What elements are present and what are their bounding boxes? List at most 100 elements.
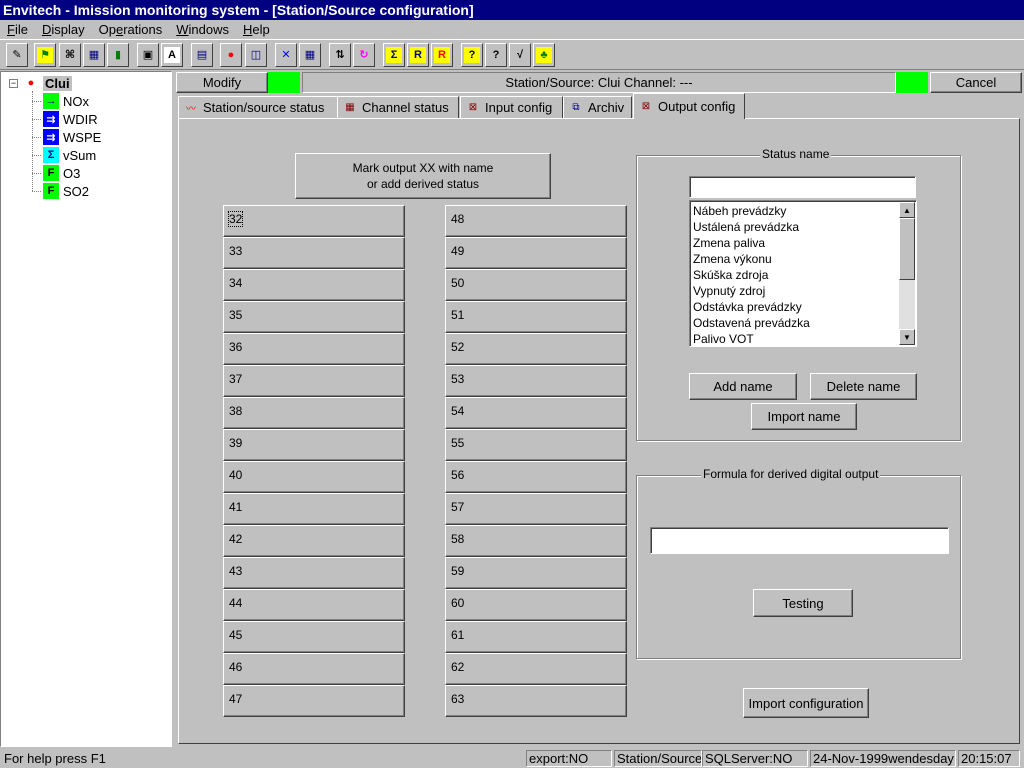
output-button-36[interactable]: 36	[223, 333, 405, 365]
tree-item-vsum[interactable]: ΣvSum	[43, 146, 96, 164]
menu-item-display[interactable]: Display	[35, 20, 92, 39]
tab-archiv[interactable]: ⧉ Archiv	[563, 96, 632, 118]
toolbar-button[interactable]: ↻	[353, 43, 375, 67]
status-list-item[interactable]: Skúška zdroja	[690, 267, 916, 283]
output-button-54[interactable]: 54	[445, 397, 627, 429]
tab-input-config[interactable]: ⊠ Input config	[460, 96, 563, 118]
scroll-up-arrow-icon[interactable]: ▲	[899, 202, 915, 218]
status-list-item[interactable]: Odstávka prevádzky	[690, 299, 916, 315]
tree-collapse-icon[interactable]: −	[9, 79, 18, 88]
toolbar-button[interactable]: ♣	[533, 43, 555, 67]
output-button-40[interactable]: 40	[223, 461, 405, 493]
import-configuration-button[interactable]: Import configuration	[743, 688, 869, 718]
modify-button[interactable]: Modify	[176, 72, 268, 93]
output-button-49[interactable]: 49	[445, 237, 627, 269]
add-name-button[interactable]: Add name	[689, 373, 797, 400]
tree-item-o3[interactable]: F O3	[43, 164, 80, 182]
output-button-32[interactable]: 32	[223, 205, 405, 237]
toolbar-button[interactable]: ✕	[275, 43, 297, 67]
toolbar-button[interactable]: ✎	[6, 43, 28, 67]
status-list-item[interactable]: Odstavená prevádzka	[690, 315, 916, 331]
tree-item-label: vSum	[63, 147, 97, 163]
toolbar-button[interactable]: R	[407, 43, 429, 67]
status-list-item[interactable]: Ustálená prevádzka	[690, 219, 916, 235]
output-button-45[interactable]: 45	[223, 621, 405, 653]
output-button-51[interactable]: 51	[445, 301, 627, 333]
output-button-63[interactable]: 63	[445, 685, 627, 717]
toolbar-button[interactable]: A	[161, 43, 183, 67]
output-button-56[interactable]: 56	[445, 461, 627, 493]
status-name-list[interactable]: Nábeh prevádzky Ustálená prevádzka Zmena p…	[689, 200, 917, 347]
menu-item-file[interactable]: File	[0, 20, 35, 39]
tab-output-config[interactable]: ⊠ Output config	[633, 93, 745, 119]
tree-item-wdir[interactable]: ⇉ WDIR	[43, 110, 98, 128]
mark-output-button[interactable]: Mark output XX with name or add derived …	[295, 153, 551, 199]
toolbar-button[interactable]: ?	[485, 43, 507, 67]
output-button-52[interactable]: 52	[445, 333, 627, 365]
output-button-43[interactable]: 43	[223, 557, 405, 589]
status-name-input[interactable]	[689, 176, 916, 198]
menu-item-operations[interactable]: Operations	[92, 20, 170, 39]
toolbar-button[interactable]: ▮	[107, 43, 129, 67]
output-button-39[interactable]: 39	[223, 429, 405, 461]
toolbar-button[interactable]: ◫	[245, 43, 267, 67]
output-number: 34	[229, 276, 243, 290]
output-button-44[interactable]: 44	[223, 589, 405, 621]
scroll-thumb[interactable]	[899, 218, 915, 280]
toolbar-button[interactable]: ▤	[191, 43, 213, 67]
toolbar-button[interactable]: ●	[220, 43, 242, 67]
output-button-37[interactable]: 37	[223, 365, 405, 397]
output-button-53[interactable]: 53	[445, 365, 627, 397]
menu-item-help[interactable]: Help	[236, 20, 277, 39]
tree-item-nox[interactable]: → NOx	[43, 92, 89, 110]
output-button-59[interactable]: 59	[445, 557, 627, 589]
tree-item-wspe[interactable]: ⇉ WSPE	[43, 128, 101, 146]
output-button-57[interactable]: 57	[445, 493, 627, 525]
tab-channel-status[interactable]: ▦ Channel status	[337, 96, 459, 118]
tree-root-clui[interactable]: ● Clui	[23, 74, 72, 92]
delete-name-button[interactable]: Delete name	[810, 373, 917, 400]
scroll-down-arrow-icon[interactable]: ▼	[899, 329, 915, 345]
output-button-46[interactable]: 46	[223, 653, 405, 685]
status-list-item[interactable]: Palivo VOT	[690, 331, 916, 346]
output-button-47[interactable]: 47	[223, 685, 405, 717]
output-button-60[interactable]: 60	[445, 589, 627, 621]
output-button-38[interactable]: 38	[223, 397, 405, 429]
output-button-33[interactable]: 33	[223, 237, 405, 269]
status-list-item[interactable]: Zmena výkonu	[690, 251, 916, 267]
toolbar-button[interactable]: ▦	[83, 43, 105, 67]
status-list-item[interactable]: Zmena paliva	[690, 235, 916, 251]
output-button-42[interactable]: 42	[223, 525, 405, 557]
toolbar-button[interactable]: ⌘	[59, 43, 81, 67]
r-icon: R	[410, 47, 426, 63]
import-name-button[interactable]: Import name	[751, 403, 857, 430]
output-button-35[interactable]: 35	[223, 301, 405, 333]
status-list-scrollbar[interactable]: ▲ ▼	[899, 202, 915, 345]
toolbar-button[interactable]: ?	[461, 43, 483, 67]
tab-station-source-status[interactable]: 〰 Station/source status	[178, 96, 338, 118]
toolbar-button[interactable]: ▣	[137, 43, 159, 67]
output-button-48[interactable]: 48	[445, 205, 627, 237]
menu-item-windows[interactable]: Windows	[169, 20, 236, 39]
output-button-62[interactable]: 62	[445, 653, 627, 685]
output-button-41[interactable]: 41	[223, 493, 405, 525]
output-button-34[interactable]: 34	[223, 269, 405, 301]
output-button-61[interactable]: 61	[445, 621, 627, 653]
output-number: 39	[229, 436, 243, 450]
cancel-button[interactable]: Cancel	[930, 72, 1022, 93]
toolbar-button[interactable]: ⇅	[329, 43, 351, 67]
status-list-item[interactable]: Vypnutý zdroj	[690, 283, 916, 299]
testing-button[interactable]: Testing	[753, 589, 853, 617]
formula-input[interactable]	[650, 527, 949, 554]
toolbar-button[interactable]: Σ	[383, 43, 405, 67]
toolbar-button[interactable]: R	[431, 43, 453, 67]
tree-item-so2[interactable]: F SO2	[43, 182, 89, 200]
station-tree[interactable]: − ● Clui → NOx ⇉ WDIR ⇉ WSPE ΣvSum F O3 F SO2	[0, 71, 172, 747]
toolbar-button[interactable]: √	[509, 43, 531, 67]
toolbar-button[interactable]: ▦	[299, 43, 321, 67]
output-button-58[interactable]: 58	[445, 525, 627, 557]
output-button-50[interactable]: 50	[445, 269, 627, 301]
toolbar-button[interactable]: ⚑	[34, 43, 56, 67]
output-button-55[interactable]: 55	[445, 429, 627, 461]
status-list-item[interactable]: Nábeh prevádzky	[690, 203, 916, 219]
